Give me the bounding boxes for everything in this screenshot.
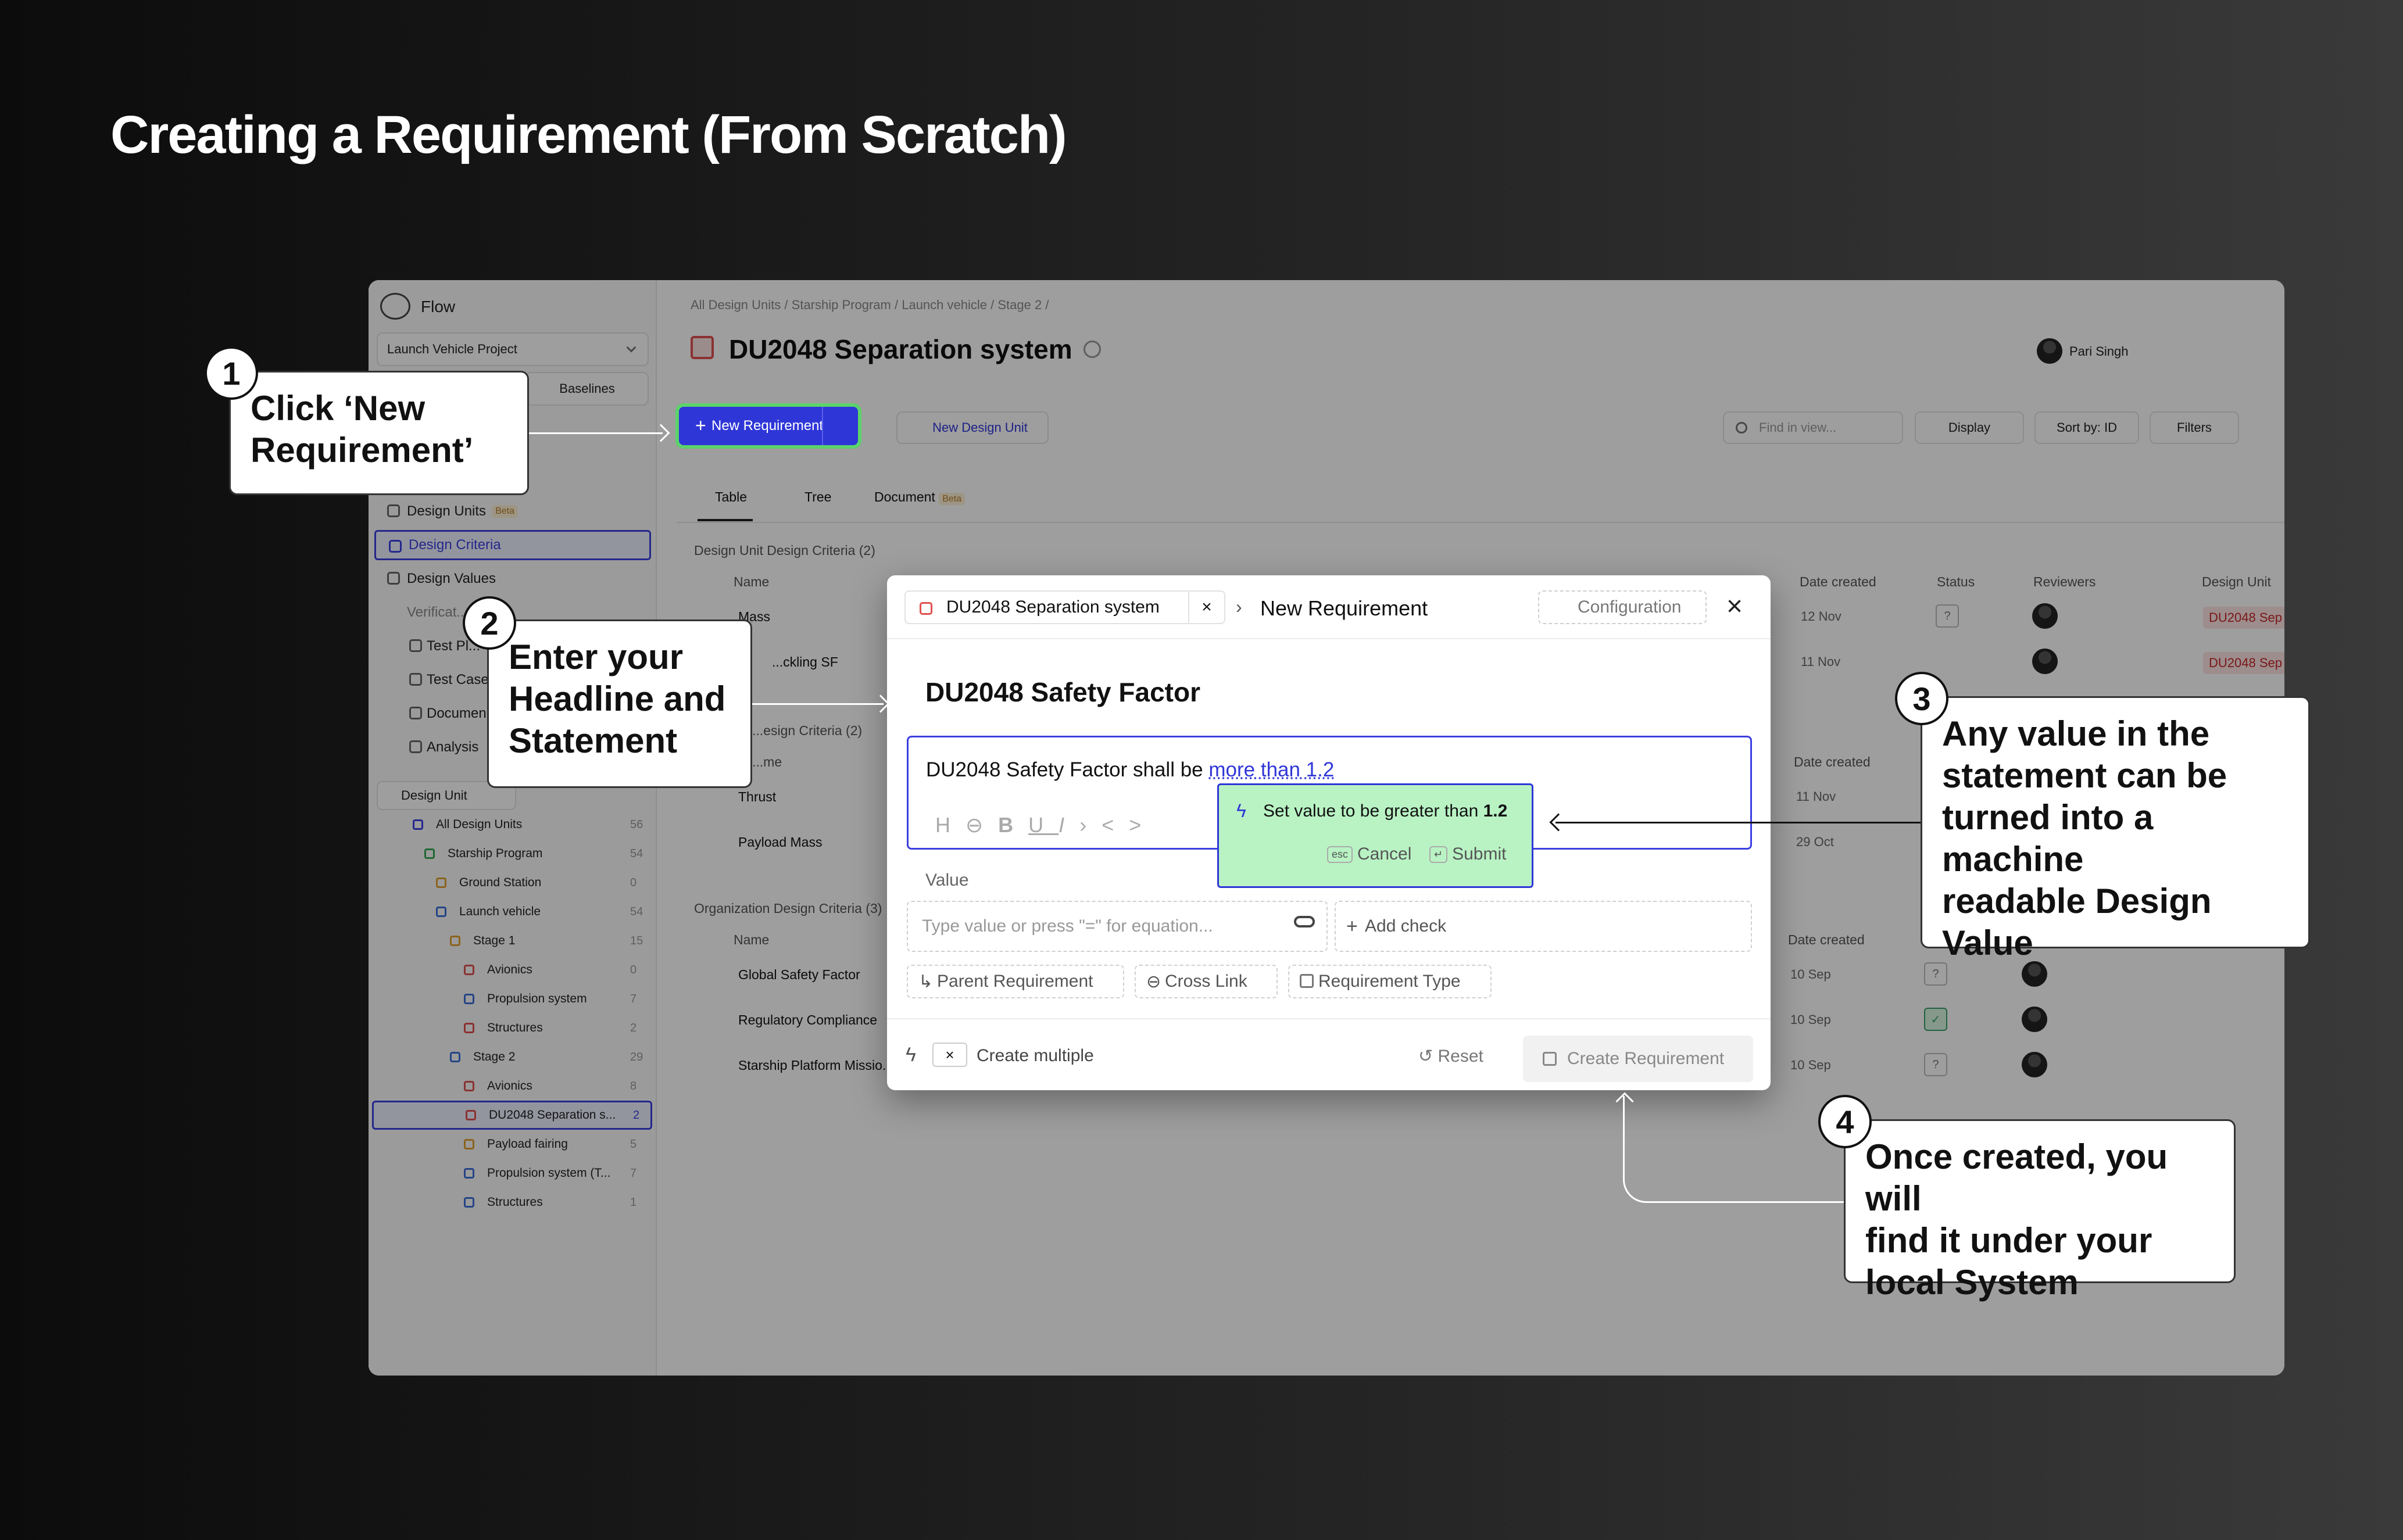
- new-requirement-modal: DU2048 Separation system × › New Require…: [887, 575, 1771, 1090]
- link-icon[interactable]: ⊖: [966, 813, 998, 837]
- arrow-step-1: [529, 432, 663, 434]
- configuration-button[interactable]: Configuration: [1538, 590, 1707, 624]
- popup-value: 1.2: [1483, 801, 1508, 821]
- value-input[interactable]: Type value or press "=" for equation...: [907, 901, 1328, 952]
- callout-step-4: Once created, you will find it under you…: [1844, 1119, 2236, 1302]
- underline-icon[interactable]: U: [1028, 813, 1059, 837]
- callout-text: Once created, you will: [1865, 1137, 2168, 1218]
- design-unit-icon: [920, 602, 932, 615]
- popup-text: Set value to be greater than: [1263, 801, 1483, 821]
- statement-value-link[interactable]: more than 1.2: [1208, 758, 1334, 781]
- type-box-icon: [1300, 974, 1314, 988]
- callout-text: statement can be: [1942, 756, 2227, 795]
- arrow-step-4: [1623, 1096, 1844, 1203]
- create-multiple-toggle[interactable]: ×: [932, 1043, 967, 1067]
- context-chip-label: DU2048 Separation system: [946, 597, 1160, 617]
- close-icon[interactable]: ×: [1726, 590, 1743, 622]
- create-requirement-button[interactable]: Create Requirement: [1523, 1036, 1753, 1082]
- requirement-type-label: Requirement Type: [1318, 972, 1461, 991]
- parent-arrow-icon: ↳: [918, 972, 934, 991]
- callout-text: Headline and: [509, 679, 726, 718]
- chevron-right-icon: ›: [1236, 596, 1242, 617]
- bold-icon[interactable]: B: [998, 813, 1028, 837]
- plus-icon: +: [1346, 915, 1358, 937]
- create-multiple-label: Create multiple: [977, 1046, 1094, 1065]
- context-chip[interactable]: DU2048 Separation system ×: [904, 590, 1225, 624]
- statement-text: DU2048 Safety Factor shall be more than …: [926, 758, 1334, 782]
- callout-text: Requirement’: [251, 431, 474, 470]
- code-icon[interactable]: <>: [1102, 813, 1156, 837]
- divider: [887, 1018, 1771, 1019]
- step-number-2: 2: [463, 596, 516, 650]
- callout-text: find it under your: [1865, 1221, 2152, 1260]
- callout-text: local System: [1865, 1263, 2079, 1302]
- add-check-button[interactable]: + Add check: [1335, 901, 1752, 952]
- add-check-label: Add check: [1365, 916, 1447, 936]
- parent-requirement-button[interactable]: ↳ Parent Requirement: [907, 965, 1124, 998]
- callout-step-3: Any value in the statement can be turned…: [1921, 696, 2310, 962]
- cancel-label: Cancel: [1357, 844, 1412, 864]
- arrow-step-3: [1555, 822, 1921, 823]
- italic-icon[interactable]: I: [1059, 813, 1079, 837]
- step-number-3: 3: [1895, 672, 1948, 725]
- esc-key: esc: [1327, 846, 1353, 863]
- callout-step-2: Enter your Headline and Statement: [487, 619, 752, 788]
- callout-step-1: Click ‘New Requirement’: [229, 371, 529, 495]
- lightning-icon: ϟ: [906, 1044, 916, 1066]
- parent-requirement-label: Parent Requirement: [937, 972, 1093, 991]
- value-placeholder: Type value or press "=" for equation...: [922, 916, 1213, 936]
- callout-text: readable Design: [1942, 882, 2212, 921]
- cross-link-button[interactable]: ⊖ Cross Link: [1135, 965, 1278, 998]
- heading-icon[interactable]: H: [935, 813, 966, 837]
- popup-message: Set value to be greater than 1.2: [1263, 801, 1507, 821]
- create-requirement-label: Create Requirement: [1567, 1049, 1725, 1068]
- new-requirement-label: New Requirement: [711, 418, 824, 434]
- popup-submit-button[interactable]: ↵ Submit: [1429, 844, 1506, 864]
- quote-icon[interactable]: ›: [1079, 813, 1102, 837]
- callout-text: Statement: [509, 721, 678, 760]
- value-popup: Set value to be greater than 1.2 ϟ esc Ca…: [1217, 783, 1533, 888]
- modal-title: New Requirement: [1260, 596, 1428, 620]
- link-icon: ⊖: [1146, 972, 1161, 991]
- callout-text: Enter your: [509, 638, 684, 676]
- reset-label: Reset: [1437, 1047, 1483, 1066]
- save-icon: [1543, 1052, 1557, 1066]
- chevron-down-icon[interactable]: [822, 407, 858, 445]
- formatting-toolbar: H⊖BUI›<>: [935, 813, 1156, 837]
- statement-prefix: DU2048 Safety Factor shall be: [926, 758, 1209, 781]
- headline-input[interactable]: DU2048 Safety Factor: [925, 676, 1200, 708]
- reset-button[interactable]: ↺ Reset: [1418, 1046, 1483, 1066]
- reset-icon: ↺: [1418, 1047, 1438, 1066]
- callout-text: turned into a machine: [1942, 798, 2154, 879]
- lightning-icon: ϟ: [1236, 800, 1246, 821]
- arrow-step-2: [752, 703, 884, 705]
- submit-label: Submit: [1452, 844, 1507, 864]
- callout-text: Click ‘New: [251, 389, 425, 428]
- link-icon[interactable]: [1294, 916, 1315, 927]
- callout-text: Value: [1942, 923, 2033, 962]
- close-icon[interactable]: ×: [1188, 592, 1224, 623]
- new-requirement-button-highlight[interactable]: + New Requirement: [679, 407, 858, 445]
- value-label: Value: [925, 871, 969, 890]
- plus-icon: +: [695, 415, 706, 436]
- popup-cancel-button[interactable]: esc Cancel: [1327, 844, 1411, 864]
- requirement-type-button[interactable]: Requirement Type: [1288, 965, 1492, 998]
- cross-link-label: Cross Link: [1165, 972, 1247, 991]
- page-title: Creating a Requirement (From Scratch): [110, 105, 1067, 164]
- callout-text: Any value in the: [1942, 714, 2210, 753]
- enter-key: ↵: [1429, 846, 1448, 863]
- divider: [887, 638, 1771, 639]
- step-number-1: 1: [205, 346, 258, 400]
- configuration-label: Configuration: [1578, 597, 1682, 617]
